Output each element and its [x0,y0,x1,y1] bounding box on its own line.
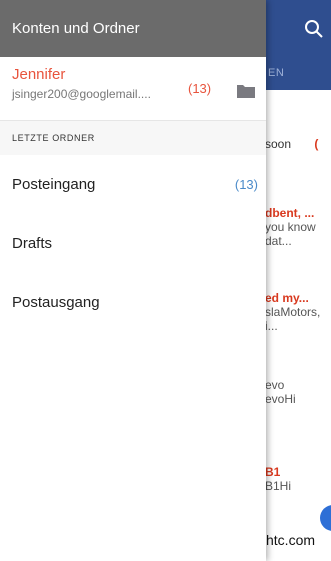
item-preview: B1Hi [265,479,292,493]
inbox-item[interactable]: B1 B1Hi [265,465,291,493]
folder-label: Drafts [12,235,53,252]
folder-item-postausgang[interactable]: Postausgang [0,273,266,332]
folder-label: Postausgang [12,294,100,311]
account-name: Jennifer [12,66,66,83]
compose-fab-button[interactable] [320,505,331,531]
item-sender: B1 [265,465,281,479]
folder-icon[interactable] [236,83,256,99]
tab-label[interactable]: EN [268,67,284,79]
item-preview: evoHi [265,392,296,406]
footer-watermark: htc.com [266,532,316,548]
item-sender: ed my... [265,291,309,305]
item-flag: ( [314,137,319,151]
item-subject: you know [265,220,316,234]
item-sender: evo [265,378,285,392]
inbox-item[interactable]: ed my... slaMotors, i... [265,291,320,333]
inbox-item[interactable]: evo evoHi [265,378,296,406]
item-preview: i... [265,319,278,333]
folder-label: Posteingang [12,176,96,193]
folder-unread-badge: (13) [234,177,258,192]
drawer-header: Konten und Ordner [0,0,266,57]
item-subject: slaMotors, [265,305,321,319]
section-label: LETZTE ORDNER [12,133,95,143]
account-row[interactable]: Jennifer jsinger200@googlemail.... (13) [0,57,266,120]
search-icon[interactable] [303,18,325,40]
navigation-drawer: Konten und Ordner Jennifer jsinger200@go… [0,0,266,561]
folder-item-posteingang[interactable]: Posteingang (13) [0,155,266,214]
account-unread-count: (13) [188,81,212,96]
inbox-item[interactable]: dbent, ... you know dat... [265,206,316,248]
folder-item-drafts[interactable]: Drafts [0,214,266,273]
item-preview: dat... [265,234,292,248]
inbox-item[interactable]: soon ( [265,137,318,151]
drawer-title: Konten und Ordner [12,20,140,37]
section-header-recent-folders: LETZTE ORDNER [0,121,266,155]
account-email: jsinger200@googlemail.... [12,87,151,101]
item-sender: dbent, ... [265,206,315,220]
item-preview: soon [265,137,292,151]
